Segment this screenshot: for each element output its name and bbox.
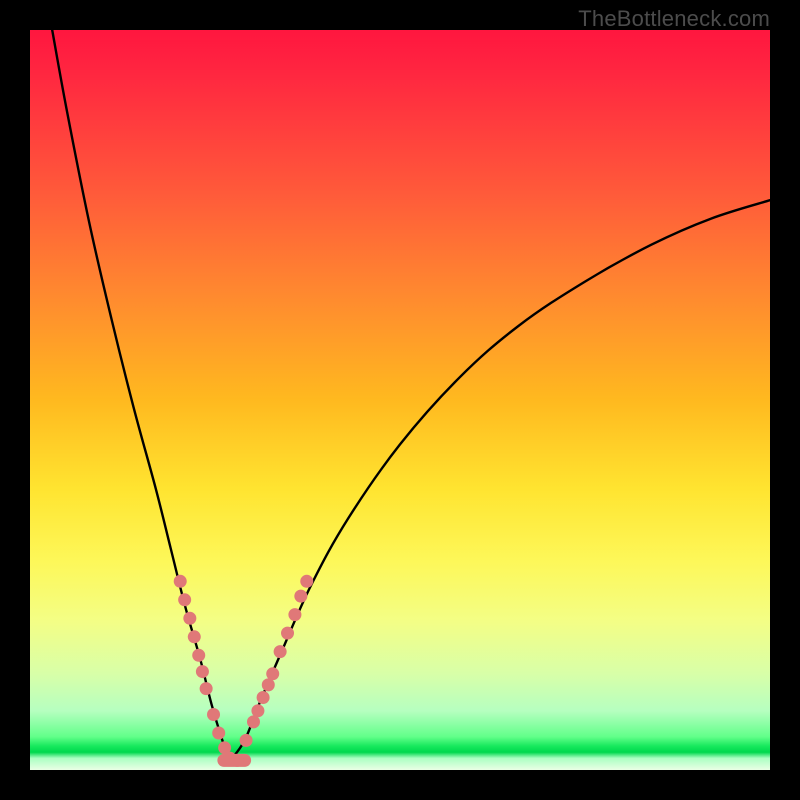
watermark-text: TheBottleneck.com <box>578 6 770 32</box>
marker-right <box>288 608 301 621</box>
marker-right <box>257 691 270 704</box>
curve-right-arm <box>230 200 770 761</box>
marker-left <box>192 649 205 662</box>
marker-left <box>174 575 187 588</box>
marker-right <box>247 715 260 728</box>
plot-area <box>30 30 770 770</box>
marker-left <box>212 727 225 740</box>
chart-wrapper: TheBottleneck.com <box>0 0 800 800</box>
marker-left <box>188 630 201 643</box>
marker-right <box>262 678 275 691</box>
marker-right <box>266 667 279 680</box>
marker-right <box>240 734 253 747</box>
marker-left <box>178 593 191 606</box>
marker-right <box>294 590 307 603</box>
marker-left <box>196 665 209 678</box>
marker-right <box>300 575 313 588</box>
marker-right <box>281 627 294 640</box>
marker-left <box>231 754 244 767</box>
curve-svg <box>30 30 770 770</box>
marker-left <box>183 612 196 625</box>
marker-left <box>200 682 213 695</box>
marker-right <box>251 704 264 717</box>
marker-left <box>207 708 220 721</box>
marker-right <box>274 645 287 658</box>
